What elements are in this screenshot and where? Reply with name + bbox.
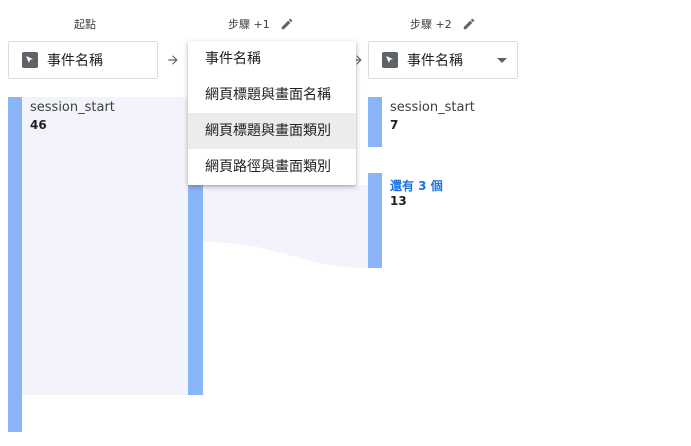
menu-item-page-path-screen-class[interactable]: 網頁路徑與畫面類別 <box>188 149 356 185</box>
flow-step1-to-step2 <box>203 185 368 268</box>
start-selector-value: 事件名稱 <box>47 53 103 69</box>
step2-selector-value: 事件名稱 <box>407 53 463 69</box>
menu-item-event-name[interactable]: 事件名稱 <box>188 41 356 77</box>
cursor-click-icon <box>382 52 398 68</box>
node-label-start: session_start <box>30 100 115 115</box>
arrow-right-icon <box>168 55 178 65</box>
node-bar-step1[interactable] <box>188 185 203 395</box>
menu-item-page-title-screen-name[interactable]: 網頁標題與畫面名稱 <box>188 77 356 113</box>
node-label-step2-first: session_start <box>390 100 475 115</box>
column-header-step1: 步驟 +1 <box>228 16 294 32</box>
cursor-click-icon <box>22 52 38 68</box>
column-header-step2-label: 步驟 +2 <box>410 18 452 31</box>
node-bar-step2-session-start[interactable] <box>368 97 382 147</box>
chevron-down-icon <box>497 58 507 63</box>
dimension-dropdown-menu: 事件名稱 網頁標題與畫面名稱 網頁標題與畫面類別 網頁路徑與畫面類別 <box>188 41 356 185</box>
edit-pencil-icon[interactable] <box>462 17 476 31</box>
node-value-step2-more: 13 <box>390 194 407 208</box>
node-bar-step2-more[interactable] <box>368 173 382 268</box>
column-header-start: 起點 <box>74 16 96 32</box>
column-header-start-label: 起點 <box>74 18 96 31</box>
column-header-step1-label: 步驟 +1 <box>228 18 270 31</box>
column-header-step2: 步驟 +2 <box>410 16 476 32</box>
step2-dimension-selector[interactable]: 事件名稱 <box>368 41 518 79</box>
node-value-start: 46 <box>30 118 47 132</box>
flow-start-to-step1 <box>22 97 188 395</box>
edit-pencil-icon[interactable] <box>280 17 294 31</box>
node-bar-start-session-start[interactable] <box>8 97 22 432</box>
start-dimension-selector[interactable]: 事件名稱 <box>8 41 158 79</box>
menu-item-page-title-screen-class[interactable]: 網頁標題與畫面類別 <box>188 113 356 149</box>
more-nodes-link[interactable]: 還有 3 個 <box>390 177 443 194</box>
node-value-step2-first: 7 <box>390 118 399 132</box>
